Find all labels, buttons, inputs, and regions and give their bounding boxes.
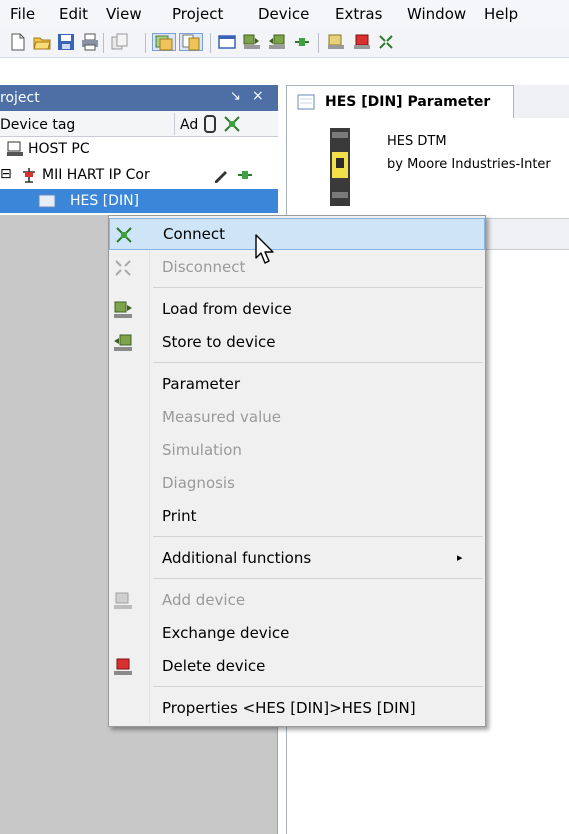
connect-icon: [116, 227, 132, 243]
menu-separator: [153, 578, 483, 579]
disconnect-icon: [115, 260, 131, 276]
host-pc-icon: [7, 141, 23, 156]
menu-help[interactable]: Help: [484, 5, 518, 23]
connect-icon[interactable]: [376, 33, 396, 51]
toolbar-separator: [210, 33, 211, 53]
menu-separator: [153, 536, 483, 537]
print-icon[interactable]: [80, 33, 100, 51]
submenu-arrow-icon: ▸: [457, 551, 463, 564]
tree-item-host-pc[interactable]: HOST PC: [0, 137, 278, 161]
menu-item-additional-functions[interactable]: Additional functions ▸: [109, 543, 485, 575]
context-menu: Connect Disconnect Load from device Stor…: [108, 215, 486, 727]
toolbar-separator: [145, 33, 146, 53]
menu-view[interactable]: View: [106, 5, 142, 23]
menu-separator: [153, 686, 483, 687]
connect-icon[interactable]: [292, 33, 312, 51]
menu-item-disconnect[interactable]: Disconnect: [109, 252, 485, 284]
project-tree: HOST PC ⊟ MII HART IP Cor HES [DIN]: [0, 137, 278, 215]
tree-item-label: HOST PC: [28, 141, 90, 157]
store-to-device-icon: [114, 334, 132, 351]
tab-hes-parameter[interactable]: HES [DIN] Parameter: [286, 85, 514, 119]
edit-pencil-icon[interactable]: [212, 166, 230, 184]
tree-item-label: HES [DIN]: [70, 193, 140, 209]
device-image: [330, 128, 350, 206]
menu-separator: [153, 362, 483, 363]
collapse-icon[interactable]: ⊟: [0, 166, 12, 182]
menu-device[interactable]: Device: [258, 5, 309, 23]
hart-ip-icon: [23, 168, 35, 183]
store-to-device-icon[interactable]: [267, 33, 287, 51]
menu-item-store-to-device[interactable]: Store to device: [109, 327, 485, 359]
menu-item-diagnosis[interactable]: Diagnosis: [109, 468, 485, 500]
menu-item-measured-value[interactable]: Measured value: [109, 402, 485, 434]
dtm-vendor: by Moore Industries-Inter: [387, 157, 551, 172]
pin-icon[interactable]: ↘: [230, 89, 241, 104]
copy-icon[interactable]: [110, 33, 130, 51]
mouse-cursor-icon: [255, 234, 274, 264]
menu-project[interactable]: Project: [172, 5, 223, 23]
toolbar: [0, 28, 569, 58]
project-panel-title-bar: roject ↘ ×: [0, 85, 278, 111]
tree-column-header: Device tag Ad: [0, 111, 278, 137]
menu-item-properties[interactable]: Properties <HES [DIN]>HES [DIN]: [109, 693, 485, 725]
menu-bar: File Edit View Project Device Extras Win…: [0, 0, 569, 28]
menu-item-load-from-device[interactable]: Load from device: [109, 294, 485, 326]
project-view-icon[interactable]: [152, 33, 176, 51]
column-device-tag[interactable]: Device tag: [0, 117, 75, 133]
dtm-name: HES DTM: [387, 134, 447, 149]
menu-file[interactable]: File: [10, 5, 35, 23]
toolbar-separator: [318, 33, 319, 53]
menu-item-add-device[interactable]: Add device: [109, 585, 485, 617]
load-from-device-icon: [114, 301, 132, 318]
device-catalog-icon[interactable]: [179, 33, 203, 51]
add-device-icon: [114, 592, 132, 609]
connect-column-icon[interactable]: [222, 114, 242, 134]
project-panel-title: roject: [0, 90, 40, 106]
menu-window[interactable]: Window: [407, 5, 466, 23]
menu-edit[interactable]: Edit: [59, 5, 88, 23]
column-separator[interactable]: [174, 113, 175, 135]
connection-status-icon: [238, 171, 252, 179]
tab-strip: [514, 85, 569, 119]
new-icon[interactable]: [8, 33, 28, 51]
delete-device-icon: [114, 658, 132, 675]
toolbar-separator: [103, 33, 104, 53]
close-icon[interactable]: ×: [252, 88, 264, 104]
window-icon[interactable]: [217, 33, 237, 51]
menu-item-print[interactable]: Print: [109, 501, 485, 533]
device-icon: [38, 194, 56, 208]
tree-item-label: MII HART IP Cor: [42, 167, 150, 183]
tab-title: HES [DIN] Parameter: [325, 94, 491, 110]
save-icon[interactable]: [56, 33, 76, 51]
tree-item-hes-din[interactable]: HES [DIN]: [0, 189, 278, 213]
open-icon[interactable]: [32, 33, 52, 51]
menu-extras[interactable]: Extras: [335, 5, 382, 23]
menu-item-delete-device[interactable]: Delete device: [109, 651, 485, 683]
menu-separator: [153, 287, 483, 288]
menu-item-connect[interactable]: Connect: [109, 218, 485, 250]
status-column-icon[interactable]: [200, 114, 220, 134]
tree-item-hart-ip[interactable]: ⊟ MII HART IP Cor: [0, 163, 278, 187]
parameter-tab-icon: [297, 94, 315, 110]
menu-item-exchange-device[interactable]: Exchange device: [109, 618, 485, 650]
menu-item-simulation[interactable]: Simulation: [109, 435, 485, 467]
menu-item-parameter[interactable]: Parameter: [109, 369, 485, 401]
load-from-device-icon[interactable]: [242, 33, 262, 51]
offline-icon[interactable]: [326, 33, 346, 51]
delete-icon[interactable]: [352, 33, 372, 51]
